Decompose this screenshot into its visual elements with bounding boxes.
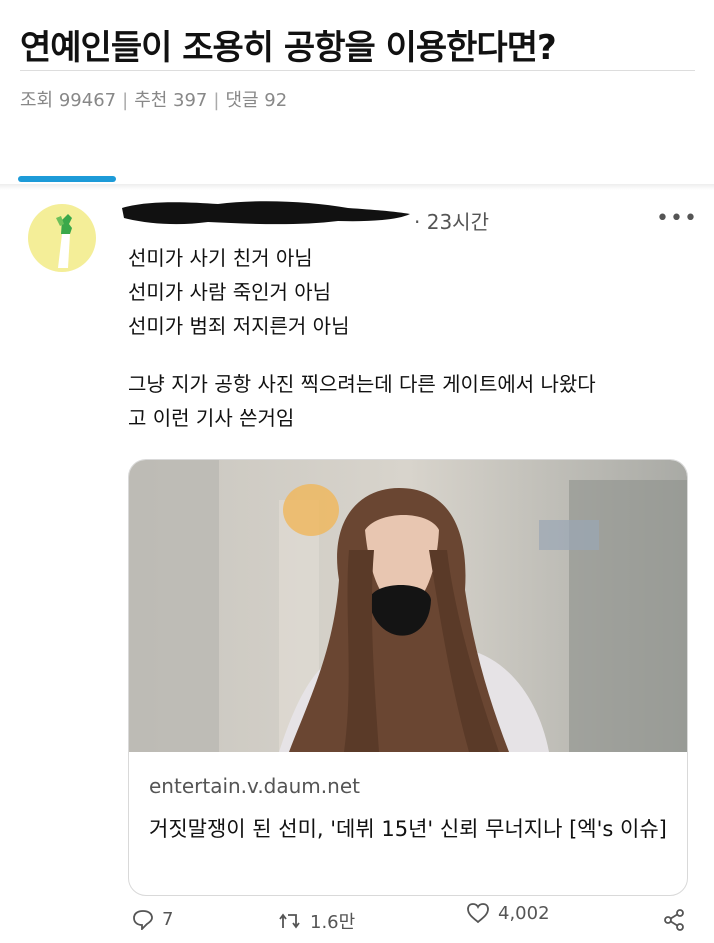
- reply-icon: [133, 910, 153, 930]
- title-divider: [20, 70, 695, 71]
- retweet-button[interactable]: 1.6만: [278, 908, 355, 934]
- retweet-count: 1.6만: [310, 912, 356, 933]
- meta-separator: |: [122, 90, 129, 111]
- link-domain: entertain.v.daum.net: [149, 774, 360, 798]
- comments-count[interactable]: 댓글 92: [225, 90, 287, 111]
- tweet-line: 선미가 사기 친거 아님: [128, 246, 313, 270]
- card-divider: [0, 184, 714, 190]
- avatar[interactable]: [28, 204, 96, 272]
- accent-bar: [18, 176, 116, 182]
- tweet-text: 선미가 사기 친거 아님 선미가 사람 죽인거 아님 선미가 범죄 저지른거 아…: [128, 241, 596, 435]
- more-icon[interactable]: •••: [656, 206, 698, 231]
- recommend-count: 추천 397: [134, 90, 208, 111]
- redacted-author-name: [122, 201, 410, 225]
- tweet-line: 선미가 범죄 저지른거 아님: [128, 314, 350, 338]
- tweet-line: 그냥 지가 공항 사진 찍으려는데 다른 게이트에서 나왔다: [128, 372, 596, 396]
- like-count: 4,002: [498, 902, 550, 924]
- share-icon: [664, 909, 684, 931]
- leek-icon: [56, 214, 72, 268]
- post-meta: 조회 99467 | 추천 397 | 댓글 92: [20, 86, 287, 112]
- tweet-line: 고 이런 기사 쓴거임: [128, 406, 295, 430]
- retweet-icon: [279, 913, 300, 929]
- link-preview-card[interactable]: entertain.v.daum.net 거짓말쟁이 된 선미, '데뷔 15년…: [128, 459, 688, 896]
- like-button[interactable]: 4,002: [466, 902, 550, 924]
- post-title: 연예인들이 조용히 공항을 이용한다면?: [20, 28, 557, 68]
- share-button[interactable]: [662, 908, 686, 932]
- reply-button[interactable]: 7: [132, 908, 173, 930]
- link-headline: 거짓말쟁이 된 선미, '데뷔 15년' 신뢰 무너지나 [엑's 이슈]: [149, 817, 667, 841]
- article-photo: [129, 460, 687, 752]
- tweet-line: 선미가 사람 죽인거 아님: [128, 280, 332, 304]
- tweet-timestamp: · 23시간: [414, 210, 489, 234]
- heart-icon: [467, 903, 489, 924]
- reply-count: 7: [162, 908, 174, 930]
- views-count: 조회 99467: [20, 90, 117, 111]
- tweet-actions: 7 1.6만 4,002: [0, 903, 714, 943]
- meta-separator: |: [213, 90, 220, 111]
